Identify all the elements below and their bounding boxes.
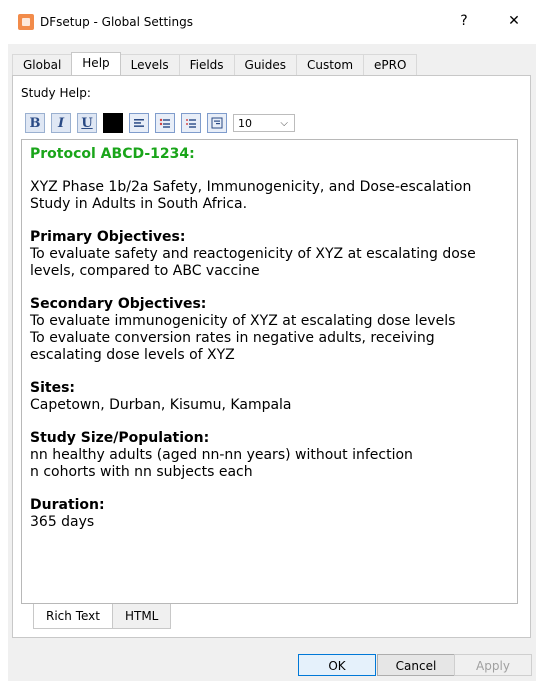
- close-button[interactable]: ✕: [502, 11, 526, 31]
- sites-text: Capetown, Durban, Kisumu, Kampala: [30, 397, 292, 413]
- tab-global[interactable]: Global: [12, 54, 73, 75]
- bold-icon[interactable]: B: [25, 113, 45, 133]
- help-panel: Study Help: B I U 10 ⌵ Protocol ABCD-123…: [12, 75, 531, 638]
- window-title: DFsetup - Global Settings: [40, 15, 193, 29]
- editor-mode-tabs: Rich Text HTML: [33, 604, 172, 629]
- app-icon: [18, 14, 34, 30]
- study-description: XYZ Phase 1b/2a Safety, Immunogenicity, …: [30, 179, 472, 212]
- tab-html[interactable]: HTML: [111, 604, 172, 629]
- duration-heading: Duration:: [30, 497, 105, 513]
- ok-button[interactable]: OK: [298, 654, 376, 676]
- cancel-button[interactable]: Cancel: [377, 654, 455, 676]
- secondary-objective-text-2: To evaluate conversion rates in negative…: [30, 330, 435, 363]
- font-size-value: 10: [238, 117, 252, 130]
- study-size-heading: Study Size/Population:: [30, 430, 210, 446]
- study-size-text-2: n cohorts with nn subjects each: [30, 464, 253, 480]
- underline-icon[interactable]: U: [77, 113, 97, 133]
- numbered-list-icon[interactable]: [181, 113, 201, 133]
- secondary-objective-text-1: To evaluate immunogenicity of XYZ at esc…: [30, 313, 456, 329]
- tab-rich-text[interactable]: Rich Text: [33, 604, 113, 629]
- tab-guides[interactable]: Guides: [233, 54, 298, 75]
- study-help-label: Study Help:: [21, 86, 91, 100]
- primary-objective-text: To evaluate safety and reactogenicity of…: [30, 246, 476, 279]
- secondary-objectives-heading: Secondary Objectives:: [30, 296, 207, 312]
- primary-objectives-heading: Primary Objectives:: [30, 229, 186, 245]
- sites-heading: Sites:: [30, 380, 76, 396]
- rich-text-editor[interactable]: Protocol ABCD-1234: XYZ Phase 1b/2a Safe…: [21, 139, 518, 604]
- color-swatch-icon[interactable]: [103, 113, 123, 133]
- protocol-heading: Protocol ABCD-1234:: [30, 146, 195, 162]
- bullet-list-icon[interactable]: [155, 113, 175, 133]
- chevron-down-icon: ⌵: [280, 118, 288, 129]
- tab-custom[interactable]: Custom: [296, 54, 365, 75]
- tab-help[interactable]: Help: [71, 52, 121, 75]
- font-size-select[interactable]: 10 ⌵: [233, 114, 295, 132]
- study-size-text-1: nn healthy adults (aged nn-nn years) wit…: [30, 447, 413, 463]
- align-icon[interactable]: [129, 113, 149, 133]
- indent-icon[interactable]: [207, 113, 227, 133]
- italic-icon[interactable]: I: [51, 113, 71, 133]
- tab-bar: Global Help Levels Fields Guides Custom …: [12, 52, 418, 75]
- tab-epro[interactable]: ePRO: [363, 54, 418, 75]
- tab-fields[interactable]: Fields: [178, 54, 235, 75]
- duration-text: 365 days: [30, 514, 95, 530]
- title-bar: DFsetup - Global Settings ? ✕: [8, 0, 536, 44]
- dialog-window: DFsetup - Global Settings ? ✕ Global Hel…: [8, 0, 536, 681]
- format-toolbar: B I U 10 ⌵: [25, 112, 295, 134]
- help-button[interactable]: ?: [452, 11, 476, 31]
- apply-button[interactable]: Apply: [454, 654, 532, 676]
- tab-levels[interactable]: Levels: [119, 54, 180, 75]
